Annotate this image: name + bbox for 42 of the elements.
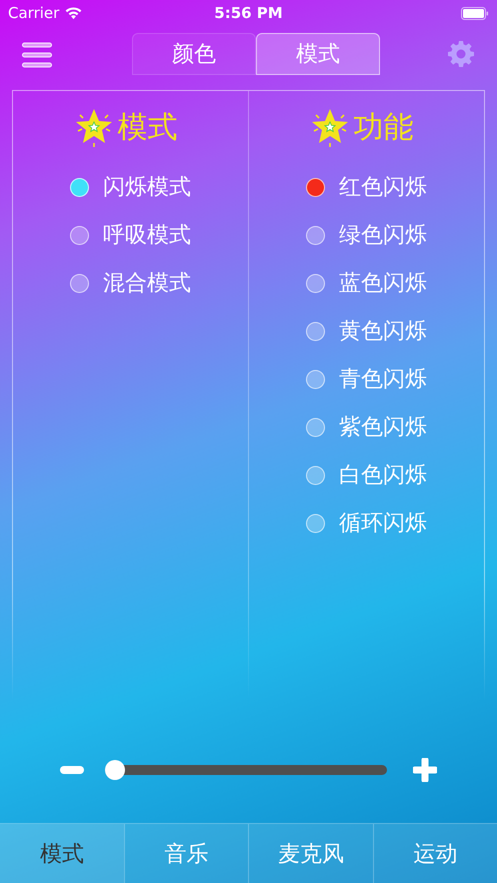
section-title: 模式: [118, 108, 178, 146]
tab-bar-item[interactable]: 麦克风: [248, 824, 372, 883]
segment-tab[interactable]: 颜色: [132, 33, 256, 75]
option-label: 黄色闪烁: [339, 318, 427, 346]
tab-bar-item[interactable]: 音乐: [124, 824, 248, 883]
clock-time: 5:56 PM: [213, 4, 284, 22]
option-label: 红色闪烁: [339, 174, 427, 202]
radio-option[interactable]: 混合模式: [70, 259, 191, 307]
tab-bar-item[interactable]: 模式: [0, 824, 124, 883]
radio-option[interactable]: 紫色闪烁: [306, 403, 427, 451]
radio-option[interactable]: 白色闪烁: [306, 451, 427, 499]
radio-option[interactable]: 循环闪烁: [306, 499, 427, 547]
slider-thumb[interactable]: [105, 760, 125, 780]
battery-icon: [461, 6, 489, 20]
option-label: 绿色闪烁: [339, 222, 427, 250]
section-title: 功能: [354, 108, 414, 146]
plus-icon[interactable]: [413, 758, 437, 782]
option-label: 蓝色闪烁: [339, 270, 427, 298]
option-label: 紫色闪烁: [339, 414, 427, 442]
option-label: 混合模式: [103, 270, 191, 298]
wifi-icon: [64, 6, 84, 20]
option-label: 闪烁模式: [103, 174, 191, 202]
radio-option[interactable]: 闪烁模式: [70, 163, 191, 211]
option-label: 白色闪烁: [339, 462, 427, 490]
radio-option[interactable]: 蓝色闪烁: [306, 259, 427, 307]
radio-option[interactable]: 黄色闪烁: [306, 307, 427, 355]
segment-tab[interactable]: 模式: [256, 33, 380, 75]
radio-option[interactable]: 红色闪烁: [306, 163, 427, 211]
star-icon: [74, 107, 114, 147]
menu-icon[interactable]: [22, 42, 52, 68]
radio-option[interactable]: 青色闪烁: [306, 355, 427, 403]
radio-option[interactable]: 呼吸模式: [70, 211, 191, 259]
option-label: 青色闪烁: [339, 366, 427, 394]
slider[interactable]: [105, 760, 387, 780]
star-icon: [310, 107, 350, 147]
settings-icon[interactable]: [448, 41, 474, 67]
radio-option[interactable]: 绿色闪烁: [306, 211, 427, 259]
carrier-name: Carrier: [8, 4, 60, 22]
option-label: 循环闪烁: [339, 510, 427, 538]
option-label: 呼吸模式: [103, 222, 191, 250]
tab-bar-item[interactable]: 运动: [372, 824, 497, 883]
minus-icon[interactable]: [60, 766, 84, 774]
